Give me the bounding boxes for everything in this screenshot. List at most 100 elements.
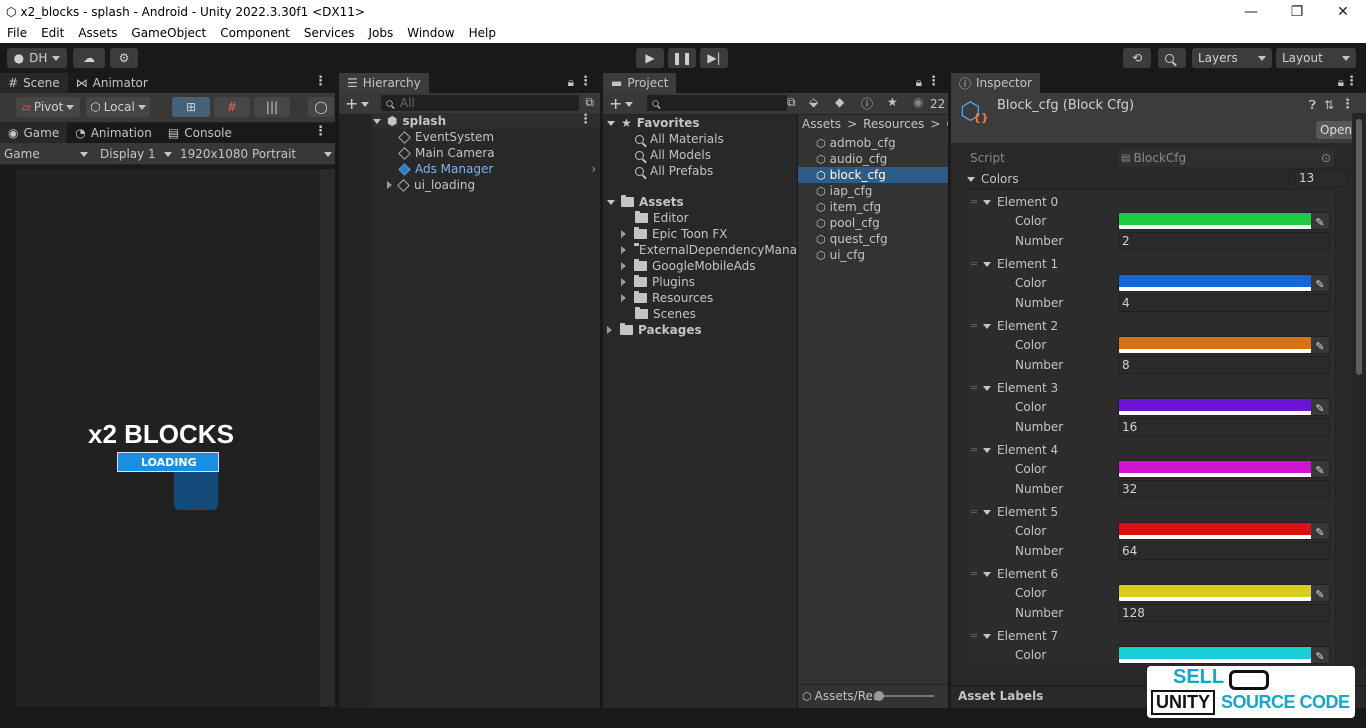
menu-assets[interactable]: Assets bbox=[71, 26, 124, 40]
number-field[interactable]: 64 bbox=[1118, 542, 1330, 560]
scene-row[interactable]: ⬢ splash ⋮ bbox=[373, 112, 600, 129]
expand-icon[interactable] bbox=[607, 199, 615, 205]
eyedropper-icon[interactable]: ✎ bbox=[1311, 523, 1329, 539]
breadcrumb-item[interactable]: Ga bbox=[946, 117, 948, 131]
folder-item[interactable]: GoogleMobileAds bbox=[621, 258, 756, 274]
expand-icon[interactable] bbox=[621, 230, 626, 238]
color-field[interactable]: ✎ bbox=[1118, 274, 1330, 292]
eyedropper-icon[interactable]: ✎ bbox=[1311, 213, 1329, 229]
more-icon[interactable]: ⋮ bbox=[579, 74, 592, 89]
lock-icon[interactable]: 🔒︎ bbox=[568, 75, 574, 90]
expand-icon[interactable] bbox=[387, 181, 392, 189]
history-button[interactable]: ⟲ bbox=[1123, 48, 1151, 68]
menu-help[interactable]: Help bbox=[462, 26, 503, 40]
add-button[interactable]: + bbox=[345, 94, 370, 113]
tab-project[interactable]: ▬ Project bbox=[603, 73, 677, 93]
scrollbar-thumb[interactable] bbox=[1356, 119, 1362, 375]
drag-handle-icon[interactable]: ═ bbox=[971, 569, 977, 580]
more-icon[interactable]: ⋮ bbox=[579, 112, 592, 127]
star-icon[interactable]: ★ bbox=[887, 95, 898, 109]
game-mode-dropdown[interactable]: Game bbox=[4, 146, 88, 162]
number-field[interactable]: 4 bbox=[1118, 294, 1330, 312]
tab-console[interactable]: ▤ Console bbox=[159, 123, 240, 143]
game-scrollbar[interactable] bbox=[320, 169, 335, 707]
label-icon[interactable]: ◆ bbox=[835, 95, 844, 109]
eye-icon[interactable]: ◉ bbox=[913, 95, 923, 109]
expand-icon[interactable] bbox=[621, 278, 626, 286]
hierarchy-item[interactable]: ui_loading bbox=[387, 177, 475, 193]
open-button[interactable]: Open bbox=[1316, 121, 1356, 139]
element-foldout[interactable]: ═ Element 3 bbox=[967, 380, 1058, 396]
number-field[interactable]: 16 bbox=[1118, 418, 1330, 436]
layout-dropdown[interactable]: Layout bbox=[1276, 48, 1356, 68]
help-icon[interactable]: ❓︎ bbox=[1309, 98, 1316, 113]
lock-icon[interactable]: 🔒︎ bbox=[916, 75, 922, 90]
expand-icon[interactable] bbox=[607, 120, 615, 126]
more-icon[interactable]: ⋮ bbox=[1345, 74, 1358, 89]
expand-icon[interactable] bbox=[983, 199, 992, 205]
inspector-scrollbar[interactable] bbox=[1352, 113, 1366, 669]
number-field[interactable]: 2 bbox=[1118, 232, 1330, 250]
file-item-selected[interactable]: ⬡ block_cfg bbox=[798, 167, 948, 183]
color-field[interactable]: ✎ bbox=[1118, 584, 1330, 602]
step-button[interactable]: ▶| bbox=[700, 48, 728, 68]
account-dropdown[interactable]: ● DH bbox=[7, 48, 67, 68]
packages-row[interactable]: Packages bbox=[607, 322, 702, 338]
file-item[interactable]: ⬡ item_cfg bbox=[816, 199, 881, 215]
collab-button[interactable]: ⚙ bbox=[110, 48, 138, 68]
folder-item[interactable]: Epic Toon FX bbox=[621, 226, 727, 242]
file-item[interactable]: ⬡ admob_cfg bbox=[816, 135, 896, 151]
menu-services[interactable]: Services bbox=[297, 26, 362, 40]
grid-snap-button[interactable]: ⊞ bbox=[172, 97, 210, 117]
hierarchy-item-ads-manager[interactable]: Ads Manager › bbox=[398, 161, 600, 177]
element-foldout[interactable]: ═ Element 0 bbox=[967, 194, 1058, 210]
colors-size-field[interactable]: 13 bbox=[1295, 169, 1347, 187]
eyedropper-icon[interactable]: ✎ bbox=[1311, 585, 1329, 601]
expand-icon[interactable] bbox=[983, 633, 992, 639]
color-field[interactable]: ✎ bbox=[1118, 646, 1330, 664]
menu-file[interactable]: File bbox=[0, 26, 34, 40]
ruler-button[interactable]: ||| bbox=[254, 97, 290, 117]
game-viewport[interactable]: x2 BLOCKS LOADING bbox=[16, 169, 320, 707]
expand-icon[interactable] bbox=[983, 571, 992, 577]
more-icon[interactable]: ⋮ bbox=[314, 74, 327, 89]
drag-handle-icon[interactable]: ═ bbox=[971, 631, 977, 642]
file-item[interactable]: ⬡ iap_cfg bbox=[816, 183, 872, 199]
element-foldout[interactable]: ═ Element 1 bbox=[967, 256, 1058, 272]
chevron-right-icon[interactable]: › bbox=[591, 162, 596, 176]
drag-handle-icon[interactable]: ═ bbox=[971, 321, 977, 332]
lock-icon[interactable]: 🔒︎ bbox=[1338, 75, 1344, 90]
favorite-item[interactable]: All Materials bbox=[635, 131, 724, 147]
folder-item[interactable]: Resources bbox=[621, 290, 713, 306]
pause-button[interactable]: ❚❚ bbox=[668, 48, 696, 68]
tab-scene[interactable]: # Scene bbox=[0, 73, 68, 93]
display-dropdown[interactable]: Display 1 bbox=[100, 146, 172, 162]
eyedropper-icon[interactable]: ✎ bbox=[1311, 337, 1329, 353]
menu-window[interactable]: Window bbox=[400, 26, 461, 40]
expand-icon[interactable] bbox=[983, 509, 992, 515]
element-foldout[interactable]: ═ Element 5 bbox=[967, 504, 1058, 520]
menu-component[interactable]: Component bbox=[213, 26, 297, 40]
tab-inspector[interactable]: ⓘ Inspector bbox=[951, 73, 1040, 93]
drag-handle-icon[interactable]: ═ bbox=[971, 507, 977, 518]
shading-button[interactable]: ◯ bbox=[308, 97, 334, 117]
expand-icon[interactable] bbox=[983, 385, 992, 391]
drag-handle-icon[interactable]: ═ bbox=[971, 383, 977, 394]
element-foldout[interactable]: ═ Element 4 bbox=[967, 442, 1058, 458]
more-icon[interactable]: ⋮ bbox=[314, 124, 327, 139]
expand-icon[interactable] bbox=[983, 447, 992, 453]
maximize-button[interactable]: ❐ bbox=[1274, 0, 1320, 23]
element-foldout[interactable]: ═ Element 2 bbox=[967, 318, 1058, 334]
color-field[interactable]: ✎ bbox=[1118, 212, 1330, 230]
number-field[interactable]: 128 bbox=[1118, 604, 1330, 622]
tab-hierarchy[interactable]: ☰ Hierarchy bbox=[339, 73, 429, 93]
expand-icon[interactable] bbox=[621, 262, 626, 270]
hierarchy-item[interactable]: EventSystem bbox=[398, 129, 494, 145]
folder-item[interactable]: Editor bbox=[635, 210, 689, 226]
pivot-dropdown[interactable]: ▱ Pivot bbox=[16, 97, 80, 117]
eyedropper-icon[interactable]: ✎ bbox=[1311, 647, 1329, 663]
close-button[interactable]: ✕ bbox=[1320, 0, 1366, 23]
preset-icon[interactable]: ⇅ bbox=[1324, 98, 1334, 112]
color-field[interactable]: ✎ bbox=[1118, 460, 1330, 478]
expand-icon[interactable] bbox=[967, 176, 975, 182]
